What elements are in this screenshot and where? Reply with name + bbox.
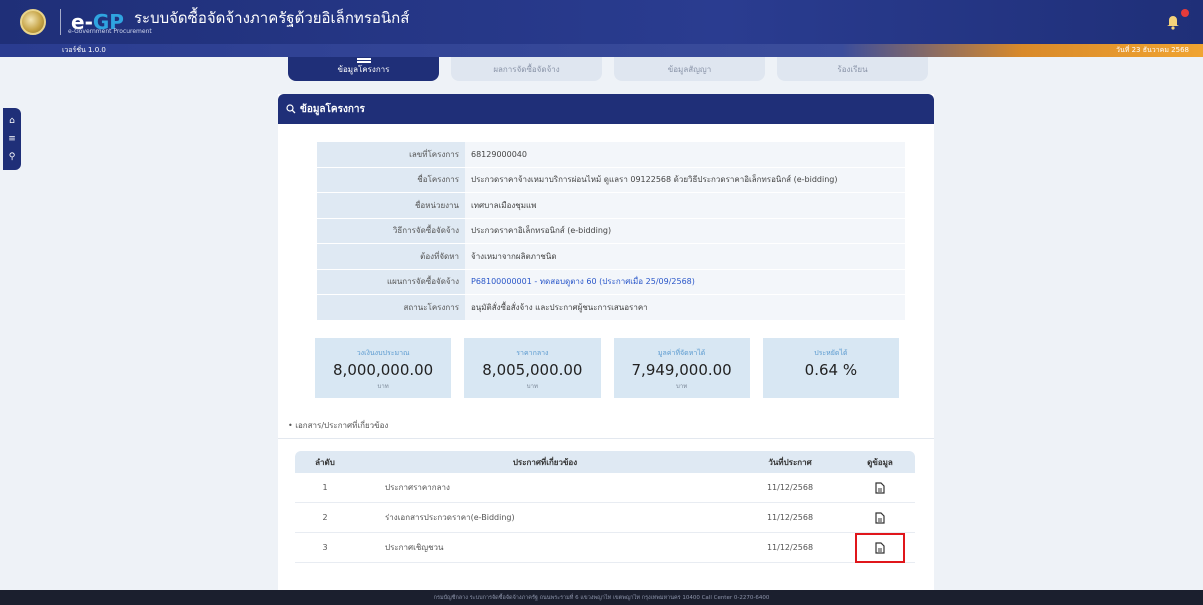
budget-card: วงเงินงบประมาณ 8,000,000.00 บาท (315, 338, 452, 398)
card-value: 7,949,000.00 (631, 360, 732, 379)
document-icon (875, 541, 885, 554)
view-document-button[interactable] (869, 477, 891, 499)
panel-header: ข้อมูลโครงการ (278, 94, 934, 124)
info-row: ชื่อโครงการ ประกวดราคาจ้างเหมาบริการผ่อน… (317, 167, 905, 193)
info-value: ประกวดราคาจ้างเหมาบริการผ่อนไหม้ ดูแลรา … (465, 167, 905, 192)
table-row: 1 ประกาศราคากลาง 11/12/2568 (295, 473, 915, 503)
col-announcement: ประกาศที่เกี่ยวข้อง (512, 457, 578, 467)
info-value: 68129000040 (465, 142, 905, 167)
info-label: วิธีการจัดซื้อจัดจ้าง (317, 218, 465, 243)
version-label: เวอร์ชั่น 1.0.0 (62, 46, 106, 54)
card-label: มูลค่าที่จัดหาได้ (657, 348, 706, 357)
info-value: อนุมัติสั่งซื้อสั่งจ้าง และประกาศผู้ชนะก… (465, 295, 905, 320)
savings-card: ประหยัดได้ 0.64 % (762, 338, 899, 398)
row-name: ร่างเอกสารประกวดราคา(e-Bidding) (385, 513, 515, 522)
footer: กรมบัญชีกลาง ระบบการจัดซื้อจัดจ้างภาครัฐ… (0, 590, 1203, 605)
section-title-text: เอกสาร/ประกาศที่เกี่ยวข้อง (295, 421, 389, 430)
card-label: ราคากลาง (516, 348, 549, 357)
top-header: e- GP e-Government Procurement ระบบจัดซื… (0, 0, 1203, 44)
info-label: ชื่อโครงการ (317, 167, 465, 192)
info-row: แผนการจัดซื้อจัดจ้าง P68100000001 - ทดสอ… (317, 269, 905, 295)
row-view-cell (845, 532, 915, 563)
tab-project-info[interactable]: ข้อมูลโครงการ (288, 57, 439, 81)
median-price-card: ราคากลาง 8,005,000.00 บาท (464, 338, 601, 398)
home-icon[interactable]: ⌂ (9, 116, 15, 126)
card-unit: บาท (377, 382, 389, 390)
row-name: ประกาศเชิญชวน (385, 543, 444, 552)
magnifier-icon (286, 104, 296, 114)
table-header: ลำดับ ประกาศที่เกี่ยวข้อง วันที่ประกาศ ด… (295, 451, 915, 473)
col-no: ลำดับ (315, 457, 335, 467)
card-label: ประหยัดได้ (814, 348, 848, 357)
card-value: 8,005,000.00 (482, 360, 583, 379)
project-info-table: เลขที่โครงการ 68129000040 ชื่อโครงการ ปร… (317, 142, 905, 321)
footer-text: กรมบัญชีกลาง ระบบการจัดซื้อจัดจ้างภาครัฐ… (433, 594, 770, 601)
row-view-cell (845, 507, 915, 529)
info-label: ชื่อหน่วยงาน (317, 193, 465, 218)
menu-icon[interactable]: ≡ (8, 134, 16, 144)
row-no: 1 (322, 483, 328, 492)
panel-title: ข้อมูลโครงการ (300, 103, 365, 115)
info-value: ประกวดราคาอิเล็กทรอนิกส์ (e-bidding) (465, 218, 905, 243)
bell-icon[interactable] (1163, 12, 1183, 30)
side-nav: ⌂ ≡ ⚲ (3, 108, 21, 170)
sub-header: เวอร์ชั่น 1.0.0 วันที่ 23 ธันวาคม 2568 (0, 44, 1203, 57)
tab-bar: ข้อมูลโครงการ ผลการจัดซื้อจัดจ้าง ข้อมูล… (288, 57, 928, 81)
info-value: เทศบาลเมืองชุมแพ (465, 193, 905, 218)
card-unit: บาท (676, 382, 688, 390)
document-icon (875, 511, 885, 524)
notification-badge (1181, 9, 1189, 17)
card-label: วงเงินงบประมาณ (356, 348, 410, 357)
info-row: ต้องที่จัดหา จ้างเหมาจากผลิตภาชนิด (317, 244, 905, 270)
procured-value-card: มูลค่าที่จัดหาได้ 7,949,000.00 บาท (613, 338, 750, 398)
documents-section-title: • เอกสาร/ประกาศที่เกี่ยวข้อง (288, 421, 389, 430)
row-no: 3 (322, 543, 328, 552)
info-row: ชื่อหน่วยงาน เทศบาลเมืองชุมแพ (317, 193, 905, 219)
project-panel: ข้อมูลโครงการ เลขที่โครงการ 68129000040 … (278, 94, 934, 590)
info-label: ต้องที่จัดหา (317, 244, 465, 269)
app-title: ระบบจัดซื้อจัดจ้างภาครัฐด้วยอิเล็กทรอนิก… (133, 9, 410, 27)
document-icon (875, 481, 885, 494)
info-row: วิธีการจัดซื้อจัดจ้าง ประกวดราคาอิเล็กทร… (317, 218, 905, 244)
procurement-plan-link[interactable]: P68100000001 - ทดสอบดูตาง 60 (ประกาศเมื่… (465, 269, 905, 294)
tab-procurement-result[interactable]: ผลการจัดซื้อจัดจ้าง (451, 57, 602, 81)
info-label: เลขที่โครงการ (317, 142, 465, 167)
government-seal-icon (20, 9, 46, 35)
row-date: 11/12/2568 (766, 513, 814, 522)
row-name: ประกาศราคากลาง (385, 483, 450, 492)
info-row: สถานะโครงการ อนุมัติสั่งซื้อสั่งจ้าง และ… (317, 295, 905, 321)
section-divider (278, 438, 934, 439)
row-no: 2 (322, 513, 328, 522)
col-view: ดูข้อมูล (867, 457, 893, 467)
card-value: 0.64 % (804, 360, 858, 379)
info-label: แผนการจัดซื้อจัดจ้าง (317, 269, 465, 294)
table-row: 2 ร่างเอกสารประกวดราคา(e-Bidding) 11/12/… (295, 503, 915, 533)
view-document-button[interactable] (869, 507, 891, 529)
summary-cards: วงเงินงบประมาณ 8,000,000.00 บาท ราคากลาง… (315, 338, 899, 398)
card-value: 8,000,000.00 (333, 360, 434, 379)
tab-complaint[interactable]: ร้องเรียน (777, 57, 928, 81)
table-row: 3 ประกาศเชิญชวน 11/12/2568 (295, 532, 915, 563)
row-view-cell (845, 477, 915, 499)
info-value: จ้างเหมาจากผลิตภาชนิด (465, 244, 905, 269)
row-date: 11/12/2568 (766, 543, 814, 552)
header-divider (60, 9, 61, 35)
view-document-button-highlighted[interactable] (855, 532, 905, 563)
logo-subtitle: e-Government Procurement (68, 28, 152, 35)
documents-table: ลำดับ ประกาศที่เกี่ยวข้อง วันที่ประกาศ ด… (295, 451, 915, 563)
date-label: วันที่ 23 ธันวาคม 2568 (1116, 46, 1189, 54)
info-label: สถานะโครงการ (317, 295, 465, 320)
card-unit: บาท (526, 382, 538, 390)
info-row: เลขที่โครงการ 68129000040 (317, 142, 905, 168)
col-date: วันที่ประกาศ (768, 457, 812, 467)
search-icon[interactable]: ⚲ (9, 152, 16, 162)
row-date: 11/12/2568 (766, 483, 814, 492)
tab-contract-info[interactable]: ข้อมูลสัญญา (614, 57, 765, 81)
